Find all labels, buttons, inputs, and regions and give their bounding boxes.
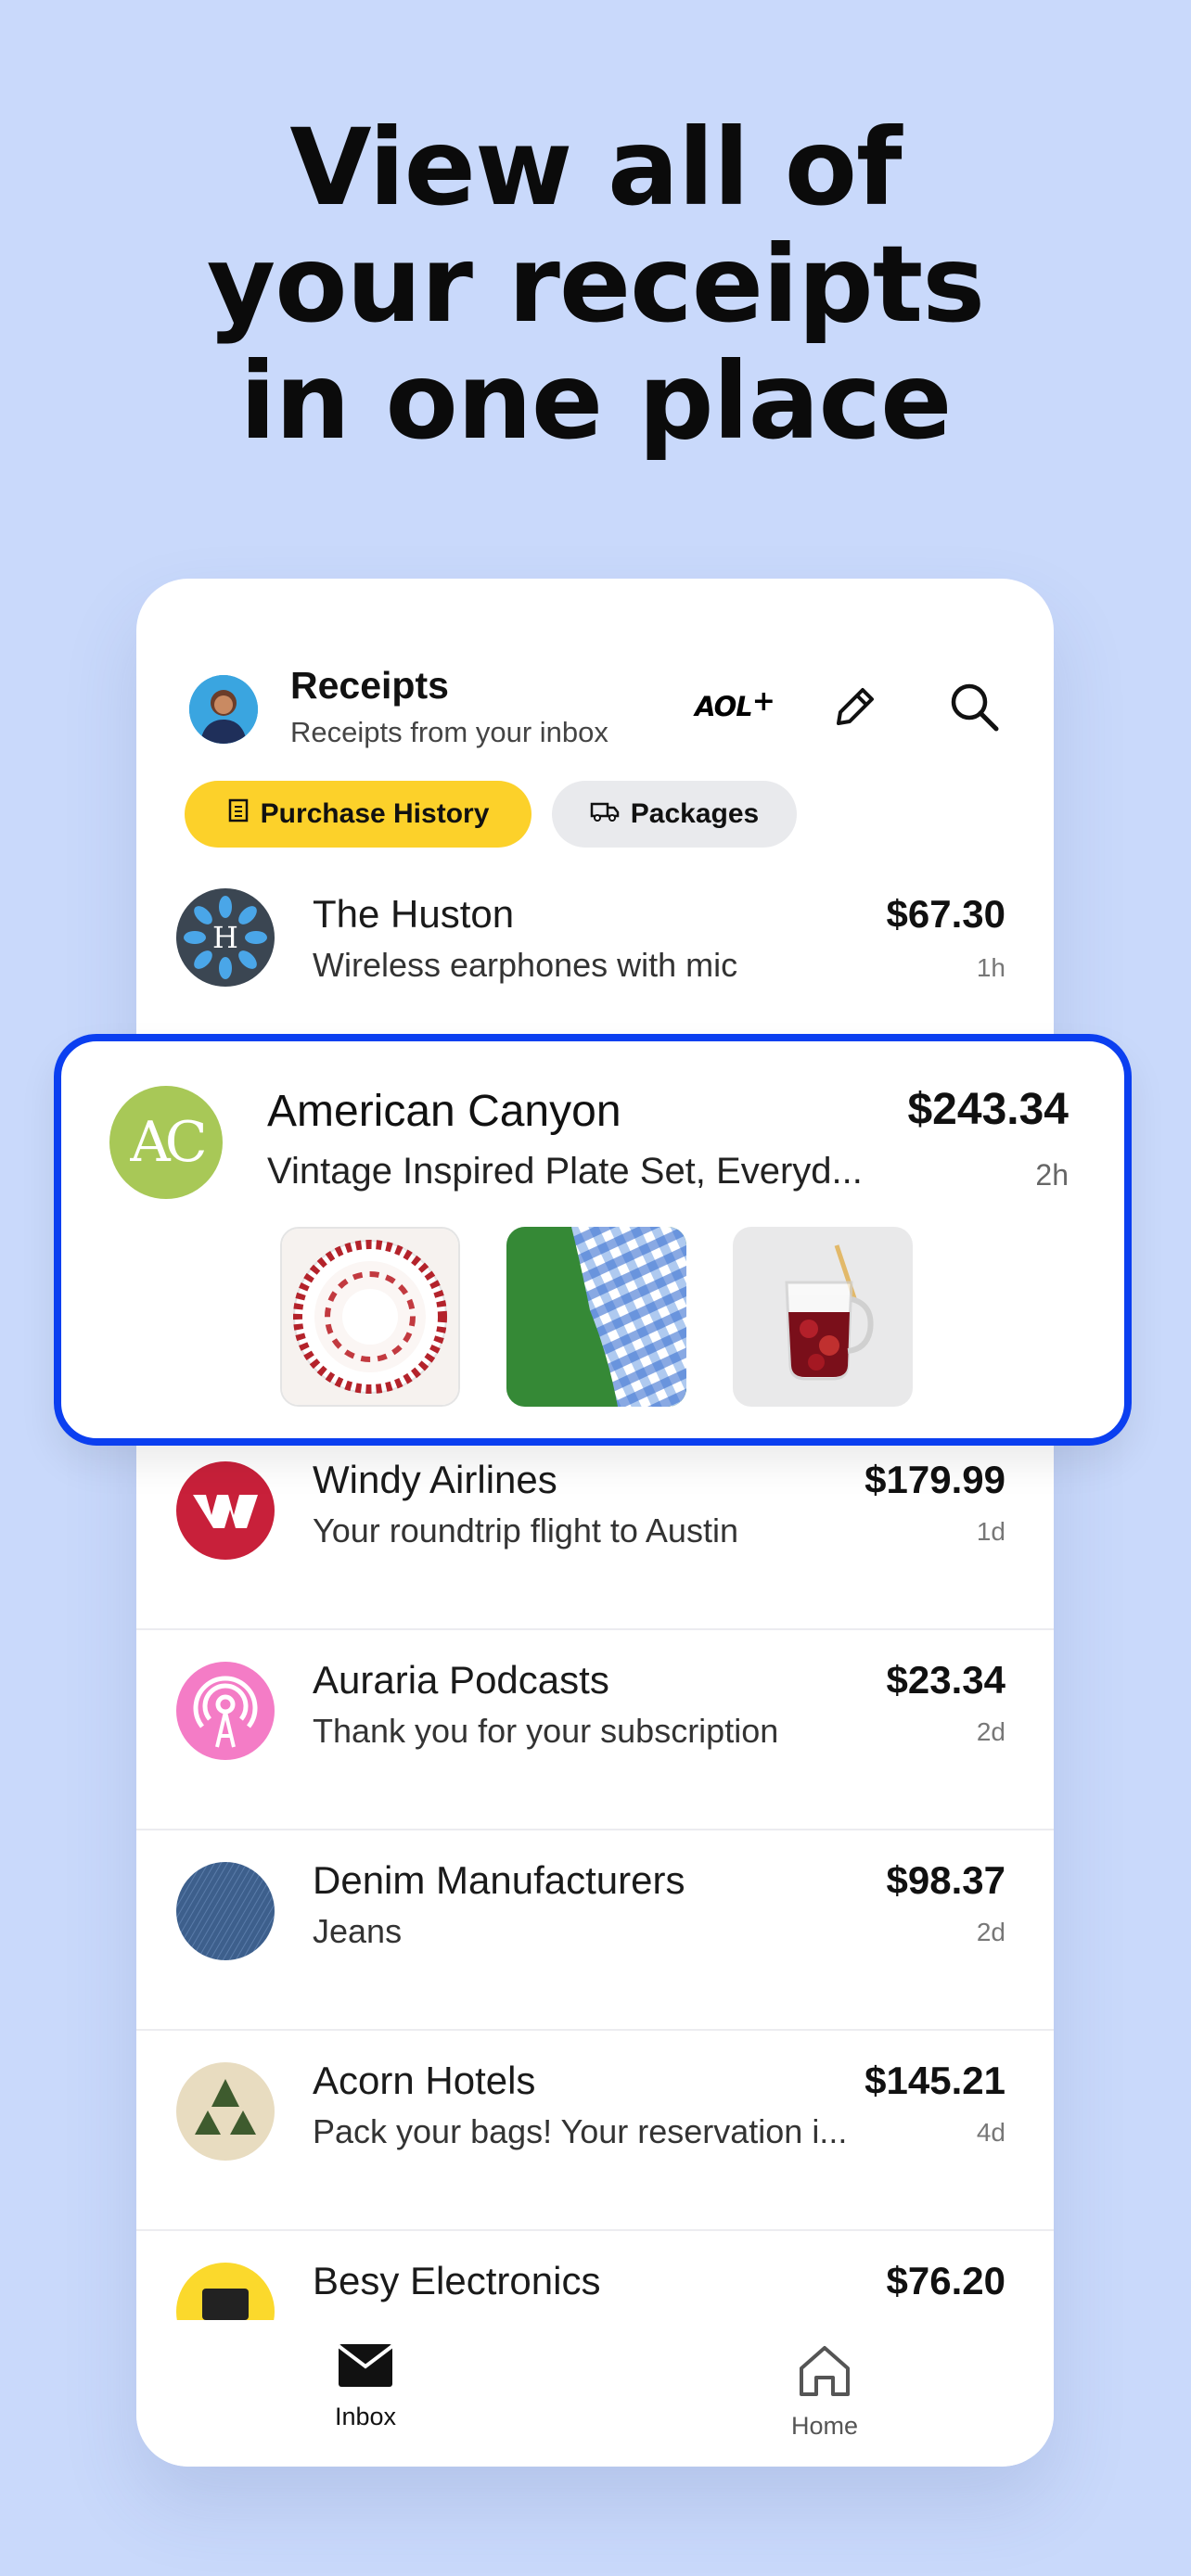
american-canyon-logo: AC bbox=[109, 1086, 223, 1199]
auraria-podcasts-logo bbox=[176, 1662, 275, 1760]
receipt-price: $23.34 bbox=[886, 1658, 1005, 1702]
receipt-price: $76.20 bbox=[886, 2259, 1005, 2302]
receipt-name: Denim Manufacturers bbox=[313, 1858, 685, 1902]
featured-time: 2h bbox=[1035, 1158, 1069, 1192]
receipt-time: 2d bbox=[976, 1918, 1005, 1946]
receipt-row-acorn-hotels[interactable]: Acorn Hotels Pack your bags! Your reserv… bbox=[136, 2031, 1054, 2231]
aol-plus-label: + bbox=[751, 684, 775, 718]
receipt-time: 1h bbox=[976, 953, 1005, 982]
headline-line-1: View all of bbox=[289, 106, 902, 229]
receipt-desc: Wireless earphones with mic bbox=[313, 946, 738, 984]
receipt-price: $67.30 bbox=[886, 892, 1005, 936]
packages-filter[interactable]: Packages bbox=[552, 781, 797, 848]
receipt-name: Besy Electronics bbox=[313, 2259, 601, 2302]
tab-home[interactable]: Home bbox=[732, 2342, 917, 2441]
receipt-name: Auraria Podcasts bbox=[313, 1658, 609, 1702]
receipt-price: $98.37 bbox=[886, 1858, 1005, 1902]
envelope-icon bbox=[337, 2344, 394, 2392]
purchase-history-filter[interactable]: Purchase History bbox=[185, 781, 531, 848]
receipt-desc: Thank you for your subscription bbox=[313, 1712, 779, 1750]
featured-price: $243.34 bbox=[907, 1085, 1069, 1134]
the-huston-logo: H bbox=[176, 888, 275, 987]
compose-icon[interactable] bbox=[823, 679, 888, 734]
pitcher-thumbnail[interactable] bbox=[733, 1227, 913, 1407]
featured-name: American Canyon bbox=[267, 1087, 621, 1136]
receipt-row-windy-airlines[interactable]: Windy Airlines Your roundtrip flight to … bbox=[136, 1430, 1054, 1630]
receipt-row-the-huston[interactable]: H The Huston Wireless earphones with mic… bbox=[136, 874, 1054, 1053]
receipt-price: $145.21 bbox=[864, 2059, 1005, 2102]
receipt-name: Acorn Hotels bbox=[313, 2059, 536, 2102]
acorn-hotels-logo bbox=[176, 2062, 275, 2161]
headline-line-3: in one place bbox=[239, 339, 953, 463]
tab-inbox[interactable]: Inbox bbox=[273, 2342, 458, 2431]
windy-airlines-logo bbox=[176, 1461, 275, 1560]
tab-inbox-label: Inbox bbox=[334, 2403, 397, 2430]
receipt-desc: Your roundtrip flight to Austin bbox=[313, 1511, 738, 1549]
aol-plus-icon[interactable]: AOL + bbox=[695, 679, 775, 734]
featured-desc: Vintage Inspired Plate Set, Everyd... bbox=[267, 1151, 863, 1192]
denim-manufacturers-logo bbox=[176, 1862, 275, 1960]
receipt-name: The Huston bbox=[313, 892, 515, 936]
page-title: Receipts bbox=[290, 664, 449, 707]
the-huston-logo-letter: H bbox=[212, 920, 238, 955]
app-screen: Receipts Receipts from your inbox AOL + P… bbox=[136, 579, 1054, 2467]
page-subtitle: Receipts from your inbox bbox=[290, 716, 608, 748]
featured-receipt-american-canyon[interactable]: AC American Canyon Vintage Inspired Plat… bbox=[54, 1034, 1132, 1446]
purchase-history-label: Purchase History bbox=[260, 798, 490, 829]
headline: View all of your receipts in one place bbox=[0, 109, 1191, 460]
receipt-icon bbox=[227, 798, 250, 830]
receipt-desc: Jeans bbox=[313, 1912, 403, 1950]
home-icon bbox=[796, 2346, 853, 2402]
headline-line-2: your receipts bbox=[206, 223, 985, 346]
receipt-row-denim-manufacturers[interactable]: Denim Manufacturers Jeans $98.37 2d bbox=[136, 1830, 1054, 2031]
avatar[interactable] bbox=[189, 675, 258, 744]
receipt-desc: Pack your bags! Your reservation i... bbox=[313, 2112, 848, 2150]
receipt-name: Windy Airlines bbox=[313, 1458, 557, 1501]
receipt-time: 4d bbox=[976, 2118, 1005, 2147]
plate-thumbnail[interactable] bbox=[280, 1227, 460, 1407]
receipt-row-auraria-podcasts[interactable]: Auraria Podcasts Thank you for your subs… bbox=[136, 1630, 1054, 1830]
receipt-price: $179.99 bbox=[864, 1458, 1005, 1501]
app-header: Receipts Receipts from your inbox AOL + P… bbox=[136, 579, 1054, 875]
tab-home-label: Home bbox=[790, 2412, 859, 2440]
aol-label: AOL bbox=[695, 691, 753, 722]
picnic-blanket-thumbnail[interactable] bbox=[506, 1227, 686, 1407]
packages-label: Packages bbox=[630, 798, 760, 829]
bottom-tab-bar: Inbox Home bbox=[136, 2320, 1054, 2467]
receipt-time: 2d bbox=[976, 1717, 1005, 1746]
receipt-time: 1d bbox=[976, 1517, 1005, 1546]
truck-icon bbox=[590, 798, 620, 830]
search-icon[interactable] bbox=[941, 679, 1006, 734]
